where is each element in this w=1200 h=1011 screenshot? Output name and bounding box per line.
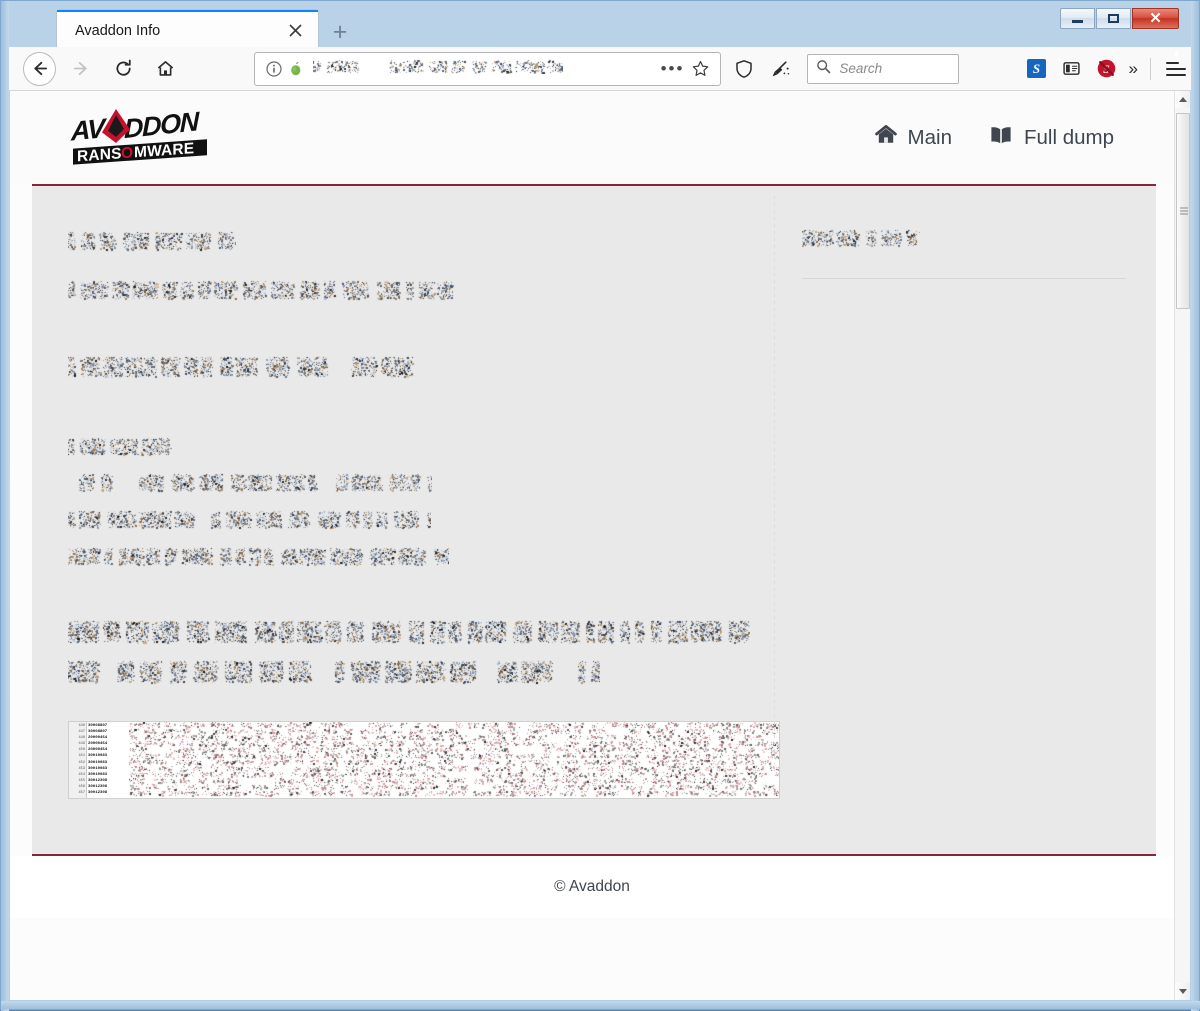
back-button[interactable] xyxy=(23,52,56,86)
copyright-text: © Avaddon xyxy=(554,878,630,896)
svg-text:DDON: DDON xyxy=(124,108,200,144)
close-icon: ✕ xyxy=(1149,11,1162,26)
noscript-extension-icon[interactable]: S xyxy=(1091,54,1123,84)
site-navigation: Main Full dump xyxy=(875,124,1114,152)
extensions-area: S S » xyxy=(1018,54,1191,84)
home-icon xyxy=(875,124,897,152)
overflow-menu-button[interactable]: » xyxy=(1129,59,1138,79)
main-column: 446447448449450451452453454455456457 300… xyxy=(32,186,774,854)
page-scrollbar[interactable] xyxy=(1174,91,1190,1000)
maximize-icon xyxy=(1108,14,1119,23)
search-placeholder: Search xyxy=(839,61,882,76)
data-table-screenshot: 446447448449450451452453454455456457 300… xyxy=(68,721,780,799)
open-book-icon xyxy=(989,124,1013,152)
screenshot-record-ids: 3000880730008807200004542000045420000454… xyxy=(88,722,128,798)
page-viewport: AV DDON RANS O MWARE xyxy=(10,91,1190,1000)
avaddon-logo: AV DDON RANS O MWARE xyxy=(68,108,211,168)
browser-window: Avaddon Info + ✕ xyxy=(0,0,1200,1010)
sidebar-divider xyxy=(802,278,1126,279)
new-tab-button[interactable]: + xyxy=(322,15,358,49)
screenshot-row-numbers: 446447448449450451452453454455456457 xyxy=(69,722,87,798)
window-frame-left xyxy=(1,1,9,1011)
shield-icon[interactable] xyxy=(729,54,758,84)
web-page: AV DDON RANS O MWARE xyxy=(10,91,1174,1000)
close-window-button[interactable]: ✕ xyxy=(1132,8,1179,29)
url-text-redacted[interactable] xyxy=(313,59,657,79)
tab-title: Avaddon Info xyxy=(75,23,160,39)
svg-text:AV: AV xyxy=(70,111,107,146)
onion-favicon xyxy=(285,61,307,77)
column-divider xyxy=(774,196,775,764)
browser-tab-avaddon-info[interactable]: Avaddon Info xyxy=(56,9,319,51)
hamburger-menu-icon[interactable] xyxy=(1161,54,1191,84)
broom-sparkle-icon[interactable] xyxy=(766,54,795,84)
redacted-block-title xyxy=(68,230,774,257)
scribe-extension-icon[interactable]: S xyxy=(1021,54,1053,84)
sidebar-extension-icon[interactable] xyxy=(1056,54,1088,84)
nav-label: Main xyxy=(908,126,952,150)
screenshot-redacted-body xyxy=(129,722,779,798)
update-available-arrow-icon xyxy=(1166,53,1186,55)
site-footer: © Avaddon xyxy=(10,856,1174,918)
scroll-thumb[interactable] xyxy=(1176,113,1190,309)
address-bar[interactable]: ••• xyxy=(254,52,722,86)
minimize-button[interactable] xyxy=(1060,8,1095,29)
scroll-thumb-grip xyxy=(1180,206,1188,217)
maximize-button[interactable] xyxy=(1096,8,1131,29)
scroll-down-arrow[interactable] xyxy=(1175,983,1190,1000)
page-actions-button[interactable]: ••• xyxy=(657,64,689,74)
star-icon[interactable] xyxy=(688,60,712,77)
window-controls: ✕ xyxy=(1060,8,1179,29)
scroll-up-arrow[interactable] xyxy=(1175,91,1190,108)
search-icon xyxy=(816,59,831,79)
search-box[interactable]: Search xyxy=(807,54,958,84)
redacted-block-list-body xyxy=(68,472,774,572)
reload-button[interactable] xyxy=(109,54,138,84)
redacted-sidebar-heading xyxy=(802,228,920,252)
minimize-icon xyxy=(1072,20,1083,23)
nav-label: Full dump xyxy=(1024,126,1114,150)
toolbar-separator xyxy=(1150,58,1151,80)
page-content: 446447448449450451452453454455456457 300… xyxy=(32,186,1156,854)
redacted-block-intro xyxy=(68,279,774,306)
nav-link-full-dump[interactable]: Full dump xyxy=(989,124,1114,152)
home-button[interactable] xyxy=(151,54,180,84)
redacted-block-subhead xyxy=(68,354,774,384)
window-frame-right xyxy=(1191,1,1199,1011)
svg-text:MWARE: MWARE xyxy=(134,140,194,161)
forward-button xyxy=(67,54,96,84)
side-column xyxy=(774,186,1156,854)
window-frame-bottom xyxy=(1,1001,1200,1009)
tab-strip: Avaddon Info + ✕ xyxy=(9,3,1191,49)
redacted-block-list-head xyxy=(68,436,774,462)
svg-text:RANS: RANS xyxy=(77,145,122,165)
info-circle-icon[interactable] xyxy=(263,61,285,77)
svg-text:O: O xyxy=(121,144,133,162)
navigation-toolbar: ••• Search S S » xyxy=(9,47,1191,91)
redacted-block-emphasis xyxy=(68,618,774,690)
site-header: AV DDON RANS O MWARE xyxy=(10,91,1174,184)
nav-link-main[interactable]: Main xyxy=(875,124,952,152)
close-icon[interactable] xyxy=(284,20,306,42)
